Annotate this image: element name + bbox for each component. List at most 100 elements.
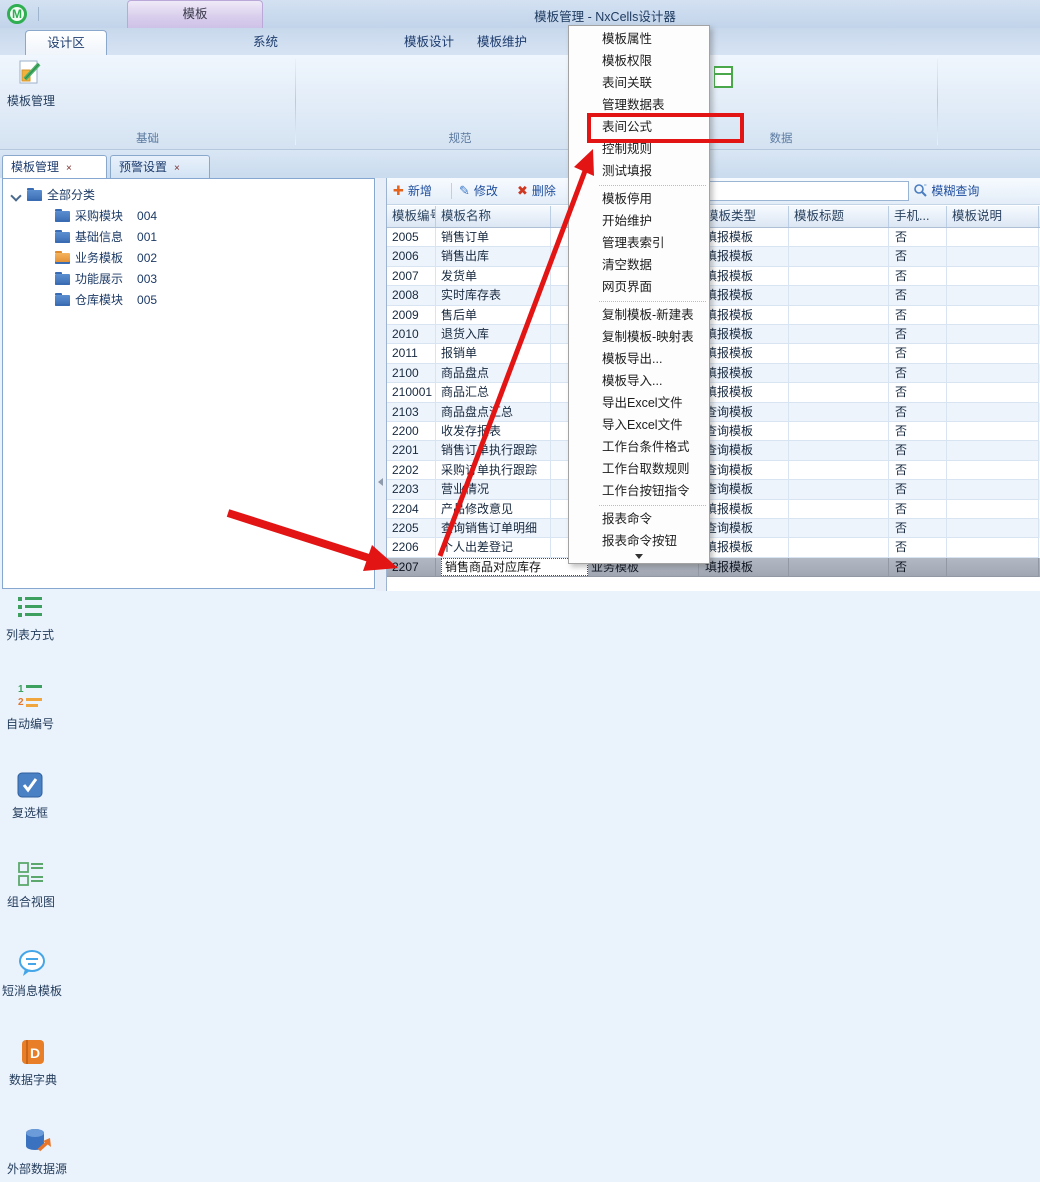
menu-item-表间关联[interactable]: 表间关联 (569, 72, 709, 94)
table-row-2205[interactable]: 2205查询销售订单明细查询模板否 (387, 519, 1040, 538)
menu-item-复制模板-映射表[interactable]: 复制模板-映射表 (569, 326, 709, 348)
column-header-模板名称[interactable]: 模板名称 (436, 206, 551, 227)
cell-phone: 否 (889, 500, 947, 519)
delete-button[interactable]: ✖删除 (517, 181, 556, 201)
menu-item-导出Excel文件[interactable]: 导出Excel文件 (569, 392, 709, 414)
menu-item-清空数据[interactable]: 清空数据 (569, 254, 709, 276)
table-row-2005[interactable]: 2005销售订单填报模板否 (387, 228, 1040, 247)
table-row-2206[interactable]: 2206个人出差登记填报模板否 (387, 538, 1040, 557)
ribbon-tab-3[interactable]: 模板设计 (395, 30, 463, 55)
menu-item-模板属性[interactable]: 模板属性 (569, 28, 709, 50)
panel-splitter[interactable] (376, 178, 386, 591)
table-row-2010[interactable]: 2010退货入库填报模板否 (387, 325, 1040, 344)
cell-phone: 否 (889, 480, 947, 499)
table-row-2008[interactable]: 2008实时库存表填报模板否 (387, 286, 1040, 305)
cell-name: 商品盘点汇总 (436, 403, 551, 422)
menu-item-复制模板-新建表[interactable]: 复制模板-新建表 (569, 304, 709, 326)
table-row-2100[interactable]: 2100商品盘点填报模板否 (387, 364, 1040, 383)
splitter-collapse-icon[interactable] (378, 478, 383, 486)
cell-id: 2202 (387, 461, 436, 480)
column-header-模板说明[interactable]: 模板说明 (947, 206, 1039, 227)
table-row-2007[interactable]: 2007发货单填报模板否 (387, 267, 1040, 286)
menu-item-网页界面[interactable]: 网页界面 (569, 276, 709, 298)
tree-root-item[interactable]: 全部分类 (3, 185, 373, 206)
tree-item-label: 功能展示003 (75, 269, 157, 290)
menu-item-模板权限[interactable]: 模板权限 (569, 50, 709, 72)
menu-scroll-down-icon[interactable] (569, 552, 709, 561)
cell-phone: 否 (889, 441, 947, 460)
column-header-手机...[interactable]: 手机... (889, 206, 947, 227)
ribbon-button-list-mode[interactable]: 列表方式 (0, 592, 60, 678)
column-header-模板编号[interactable]: 模板编号 (387, 206, 436, 227)
tree-item-基础信息[interactable]: 基础信息001 (3, 227, 373, 248)
grid-header-row: 模板编号模板名称 模板类型模板标题手机...模板说明 (387, 206, 1040, 228)
tree-item-采购模块[interactable]: 采购模块004 (3, 206, 373, 227)
menu-item-开始维护[interactable]: 开始维护 (569, 210, 709, 232)
cell-name: 采购订单执行跟踪 (436, 461, 551, 480)
tree-item-业务模板[interactable]: 业务模板002 (3, 248, 373, 269)
inline-name-editor[interactable]: 销售商品对应库存 (441, 558, 588, 576)
cell-type: 填报模板 (699, 267, 789, 286)
ribbon-button-sms-template[interactable]: 短消息模板 (0, 948, 64, 1034)
ribbon-button-data-dictionary[interactable]: D数据字典 (0, 1037, 66, 1123)
add-button[interactable]: ✚新增 (393, 181, 432, 201)
close-tab-icon[interactable]: × (174, 163, 180, 174)
cell-type: 查询模板 (699, 480, 789, 499)
menu-item-测试填报[interactable]: 测试填报 (569, 160, 709, 182)
chevron-down-icon[interactable] (10, 190, 21, 201)
cell-name: 查询销售订单明细 (436, 519, 551, 538)
close-tab-icon[interactable]: × (66, 163, 72, 174)
menu-item-工作台条件格式[interactable]: 工作台条件格式 (569, 436, 709, 458)
table-row-2201[interactable]: 2201销售订单执行跟踪查询模板否 (387, 441, 1040, 460)
ribbon-button-auto-number[interactable]: 12自动编号 (0, 681, 60, 767)
cell-desc (947, 500, 1039, 519)
edit-button[interactable]: ✎修改 (459, 181, 498, 201)
context-tab-template[interactable]: 模板 (127, 0, 263, 28)
menu-item-报表命令按钮[interactable]: 报表命令按钮 (569, 530, 709, 552)
cell-type: 填报模板 (699, 500, 789, 519)
cell-name: 商品汇总 (436, 383, 551, 402)
menu-item-模板导出...[interactable]: 模板导出... (569, 348, 709, 370)
menu-item-工作台按钮指令[interactable]: 工作台按钮指令 (569, 480, 709, 502)
table-row-210001[interactable]: 210001商品汇总填报模板否 (387, 383, 1040, 402)
fuzzy-query-button[interactable]: 模糊查询 (913, 181, 979, 201)
menu-item-导入Excel文件[interactable]: 导入Excel文件 (569, 414, 709, 436)
doc-tab-1[interactable]: 模板管理× (2, 155, 107, 178)
table-row-2006[interactable]: 2006销售出库填报模板否 (387, 247, 1040, 266)
menu-item-工作台取数规则[interactable]: 工作台取数规则 (569, 458, 709, 480)
ribbon-button-checkbox[interactable]: 复选框 (0, 770, 60, 856)
cell-id: 2200 (387, 422, 436, 441)
table-row-2207[interactable]: 2207业务模板填报模板否销售商品对应库存 (387, 558, 1040, 577)
column-header-模板类型[interactable]: 模板类型 (699, 206, 789, 227)
ribbon-button-label: 列表方式 (0, 626, 60, 643)
tree-item-功能展示[interactable]: 功能展示003 (3, 269, 373, 290)
ribbon-tab-1[interactable]: 设计区 (25, 30, 107, 55)
cell-phone: 否 (889, 383, 947, 402)
cell-name: 销售出库 (436, 247, 551, 266)
table-row-2011[interactable]: 2011报销单填报模板否 (387, 344, 1040, 363)
svg-text:2: 2 (18, 697, 24, 708)
doc-tab-2[interactable]: 预警设置× (110, 155, 210, 178)
menu-item-报表命令[interactable]: 报表命令 (569, 508, 709, 530)
menu-item-模板停用[interactable]: 模板停用 (569, 188, 709, 210)
cell-type: 填报模板 (699, 247, 789, 266)
ribbon-button-external-datasource[interactable]: 外部数据源 (0, 1126, 74, 1182)
table-row-2009[interactable]: 2009售后单填报模板否 (387, 306, 1040, 325)
ribbon-button-combo-view[interactable]: 组合视图 (0, 859, 62, 945)
table-row-2202[interactable]: 2202采购订单执行跟踪查询模板否 (387, 461, 1040, 480)
plus-icon: ✚ (393, 183, 404, 198)
ribbon-button-label: 组合视图 (0, 893, 62, 910)
annotation-highlight-box (587, 113, 744, 143)
menu-item-模板导入...[interactable]: 模板导入... (569, 370, 709, 392)
table-row-2200[interactable]: 2200收发存报表查询模板否 (387, 422, 1040, 441)
tree-item-仓库模块[interactable]: 仓库模块005 (3, 290, 373, 311)
table-row-2204[interactable]: 2204产品修改意见填报模板否 (387, 500, 1040, 519)
ribbon-tab-4[interactable]: 模板维护 (468, 30, 536, 55)
delete-x-icon: ✖ (517, 183, 528, 198)
menu-item-管理表索引[interactable]: 管理表索引 (569, 232, 709, 254)
table-row-2103[interactable]: 2103商品盘点汇总查询模板否 (387, 403, 1040, 422)
column-header-模板标题[interactable]: 模板标题 (789, 206, 889, 227)
ribbon-tab-2[interactable]: 系统 (238, 30, 293, 55)
cell-id: 2011 (387, 344, 436, 363)
table-row-2203[interactable]: 2203营业情况查询模板否 (387, 480, 1040, 499)
